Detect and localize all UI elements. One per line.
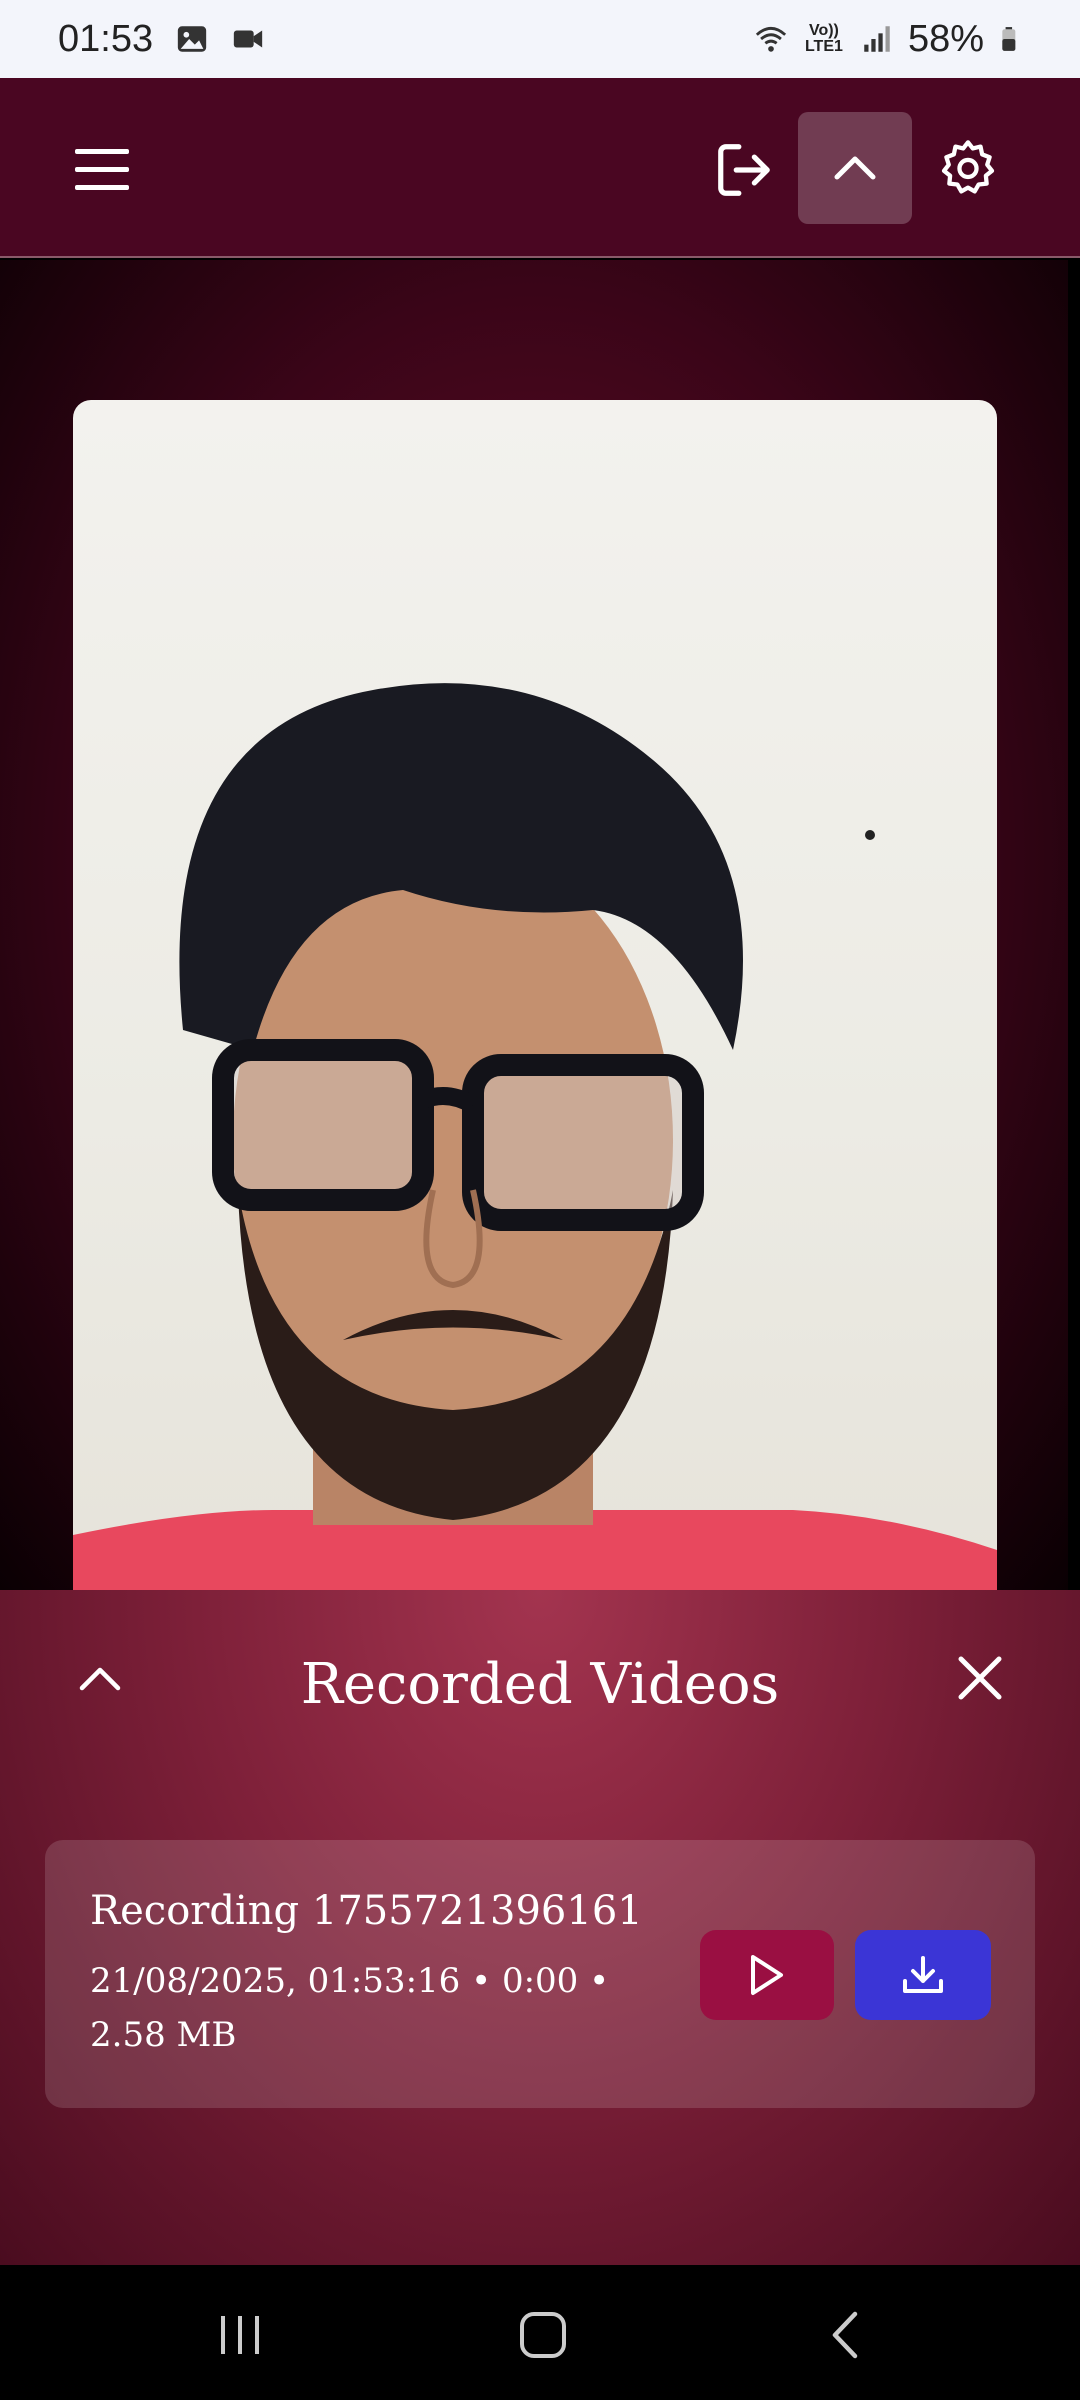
recents-button[interactable] [195,2295,285,2375]
scrollbar-track [1068,260,1080,1590]
collapse-header-button[interactable] [798,112,912,224]
network-label: Vo)) LTE1 [804,22,843,55]
gallery-icon [177,26,207,52]
close-icon [958,1656,1002,1700]
recording-card: Recording 1755721396161 21/08/2025, 01:5… [45,1840,1035,2108]
status-bar: 01:53 Vo)) LTE1 58% [0,0,1080,78]
sheet-title: Recorded Videos [300,1652,780,1717]
app-bar [0,78,1080,258]
camera-preview [73,400,997,1600]
download-icon [903,1956,943,1993]
home-button[interactable] [498,2295,588,2375]
chevron-up-icon [834,156,876,180]
settings-icon [941,140,995,194]
close-sheet-button[interactable] [940,1638,1020,1718]
logout-icon [718,144,770,196]
play-icon [751,1955,783,1995]
play-button[interactable] [700,1930,834,2020]
status-time: 01:53 [58,17,154,60]
logout-button[interactable] [700,126,788,214]
home-icon [520,2312,566,2358]
signal-icon [864,26,890,52]
recording-meta: 21/08/2025, 01:53:16 • 0:00 • 2.58 MB [90,1961,610,2055]
menu-icon [75,149,129,190]
video-icon [233,30,263,48]
download-button[interactable] [855,1930,991,2020]
menu-button[interactable] [62,130,142,210]
camera-feed-image [73,683,997,1600]
recording-title: Recording 1755721396161 [90,1888,643,1934]
back-button[interactable] [800,2295,890,2375]
battery-icon [1002,27,1016,51]
battery-percent: 58% [907,17,984,60]
system-nav-bar [0,2265,1080,2400]
settings-button[interactable] [928,124,1008,214]
recents-icon [221,2316,259,2354]
back-icon [832,2311,858,2359]
wifi-icon [755,26,787,52]
recorded-videos-sheet: Recorded Videos Recording 1755721396161 … [0,1590,1080,2265]
camera-area [0,260,1068,1600]
